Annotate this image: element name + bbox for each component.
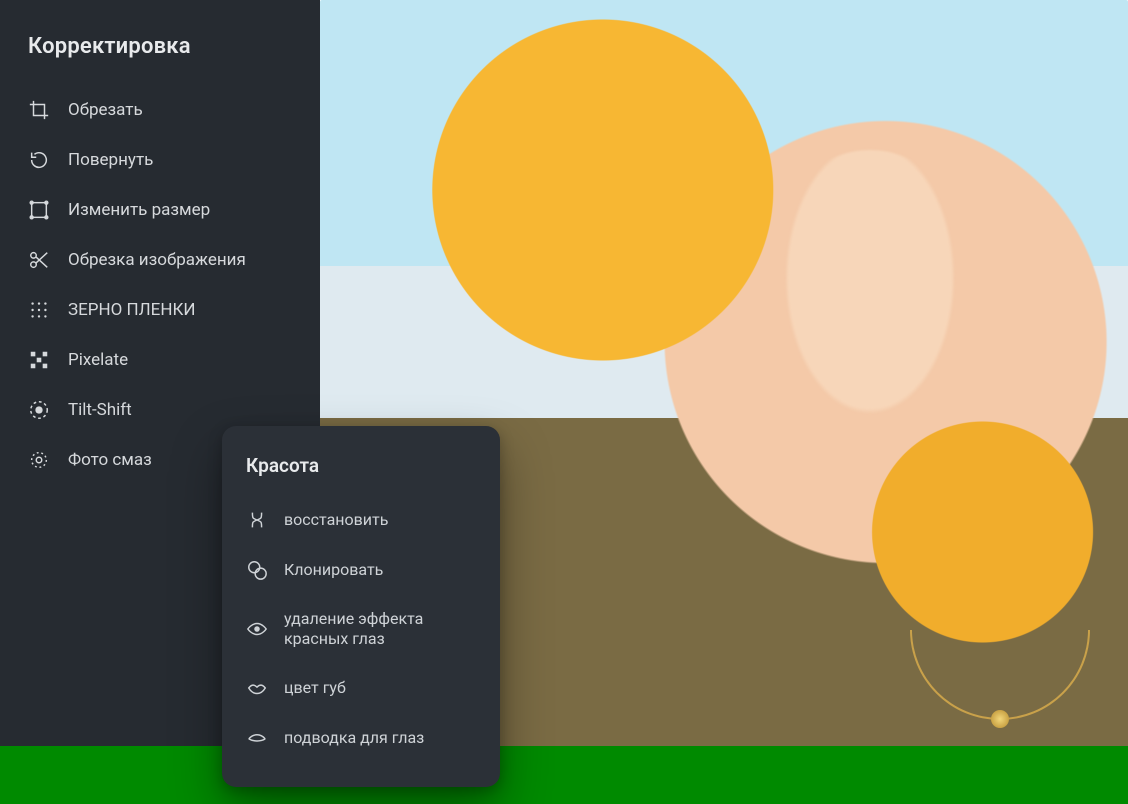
necklace-decoration (910, 630, 1090, 720)
beauty-clone[interactable]: Клонировать (246, 545, 476, 595)
tool-label: Фото смаз (68, 450, 152, 470)
bottom-strip (0, 746, 1128, 804)
resize-icon (28, 199, 50, 221)
beauty-redeye[interactable]: удаление эффекта красных глаз (246, 595, 476, 663)
adjust-panel-title: Корректировка (28, 34, 292, 59)
tool-cutout[interactable]: Обрезка изображения (28, 235, 292, 285)
tool-grain[interactable]: ЗЕРНО ПЛЕНКИ (28, 285, 292, 335)
beauty-tool-list: восстановить Клонировать удаление эффект… (246, 495, 476, 763)
beauty-heal[interactable]: восстановить (246, 495, 476, 545)
tool-label: Tilt-Shift (68, 400, 132, 420)
beauty-label: удаление эффекта красных глаз (284, 609, 476, 649)
pixelate-icon (28, 349, 50, 371)
cut-icon (28, 249, 50, 271)
tool-label: ЗЕРНО ПЛЕНКИ (68, 300, 196, 320)
tool-label: Изменить размер (68, 200, 210, 220)
lips-icon (246, 677, 268, 699)
beauty-label: восстановить (284, 510, 388, 530)
beauty-lipcolor[interactable]: цвет губ (246, 663, 476, 713)
eyeliner-icon (246, 727, 268, 749)
beauty-label: цвет губ (284, 678, 346, 698)
grain-icon (28, 299, 50, 321)
beauty-label: Клонировать (284, 560, 383, 580)
tool-label: Обрезка изображения (68, 250, 246, 270)
tool-label: Обрезать (68, 100, 143, 120)
beauty-label: подводка для глаз (284, 728, 424, 748)
redeye-icon (246, 618, 268, 640)
clone-icon (246, 559, 268, 581)
adjust-tool-list: Обрезать Повернуть Изменить размер Обрез… (28, 85, 292, 485)
beauty-panel-title: Красота (246, 454, 476, 477)
tool-pixelate[interactable]: Pixelate (28, 335, 292, 385)
beauty-panel: Красота восстановить Клонировать удалени… (222, 426, 500, 787)
crop-icon (28, 99, 50, 121)
rotate-icon (28, 149, 50, 171)
heal-icon (246, 509, 268, 531)
tool-resize[interactable]: Изменить размер (28, 185, 292, 235)
tool-label: Повернуть (68, 150, 153, 170)
app-stage: Корректировка Обрезать Повернуть Изменит… (0, 0, 1128, 804)
tool-rotate[interactable]: Повернуть (28, 135, 292, 185)
tiltshift-icon (28, 399, 50, 421)
tool-crop[interactable]: Обрезать (28, 85, 292, 135)
tool-label: Pixelate (68, 350, 128, 370)
blur-icon (28, 449, 50, 471)
beauty-eyeliner[interactable]: подводка для глаз (246, 713, 476, 763)
